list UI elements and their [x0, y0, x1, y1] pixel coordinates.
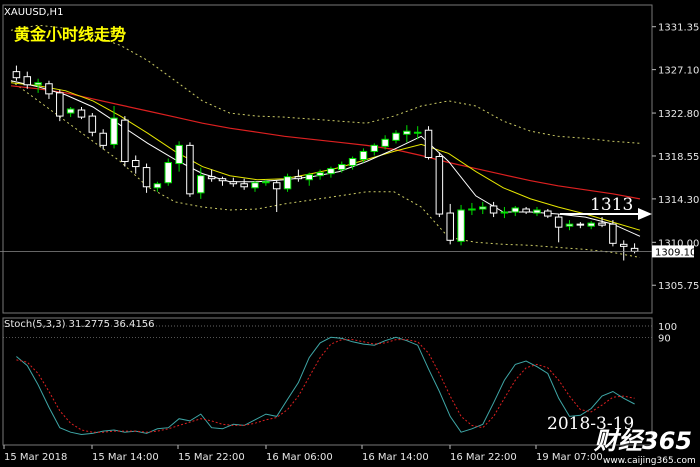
candle-body	[197, 175, 205, 194]
candle-body	[413, 131, 422, 134]
candle	[457, 204, 465, 246]
candle-body	[110, 117, 118, 145]
candle-body	[251, 182, 259, 189]
candle-body	[576, 223, 585, 226]
candle-body	[283, 176, 292, 190]
time-tick-label: 19 Mar 07:00	[536, 452, 603, 463]
candle-body	[186, 144, 194, 195]
candle-body	[305, 174, 313, 181]
candle-body	[500, 211, 509, 214]
price-tick-label: 1331.35	[658, 23, 699, 34]
candle	[424, 126, 433, 160]
candle-body	[489, 205, 498, 214]
candle-body	[522, 208, 530, 213]
candle-body	[153, 183, 162, 189]
candle-body	[435, 155, 444, 215]
symbol-label: XAUUSD,H1	[4, 7, 63, 18]
candle	[56, 89, 64, 122]
candle-body	[457, 209, 465, 242]
candle-body	[468, 208, 476, 211]
candle-body	[565, 223, 574, 227]
candle-body	[327, 168, 335, 175]
candle-body	[630, 247, 639, 252]
price-tick-label: 1305.75	[658, 281, 699, 292]
candle-body	[348, 157, 357, 167]
candle-body	[77, 109, 86, 118]
brand-url: www.caijing365.com	[603, 456, 696, 466]
candle-body	[294, 176, 303, 180]
candle	[164, 158, 173, 186]
candle-body	[478, 206, 487, 210]
candle-body	[207, 176, 216, 180]
candle-body	[381, 138, 389, 147]
stoch-tick-label: 100	[658, 322, 677, 333]
candle	[435, 152, 444, 218]
candle-body	[45, 83, 53, 95]
target-label: 1313	[590, 195, 633, 215]
candle-body	[229, 181, 238, 185]
candle-body	[609, 223, 617, 244]
candle	[121, 116, 129, 167]
candle-body	[23, 76, 32, 86]
candle-body	[587, 222, 595, 227]
time-tick-label: 16 Mar 22:00	[450, 452, 517, 463]
candle-body	[392, 132, 400, 141]
candle-body	[554, 216, 563, 228]
price-tick-label: 1318.55	[658, 152, 699, 163]
candle	[283, 173, 292, 192]
candle-body	[56, 92, 64, 117]
time-tick-label: 15 Mar 22:00	[178, 452, 245, 463]
candle-body	[619, 243, 628, 247]
candle	[609, 220, 617, 247]
time-tick-label: 16 Mar 14:00	[362, 452, 429, 463]
candle-body	[99, 132, 107, 146]
candle-body	[272, 182, 281, 190]
candle-body	[218, 178, 227, 182]
candle-body	[175, 144, 183, 165]
candle-body	[424, 129, 433, 158]
candle-body	[446, 212, 454, 241]
stoch-tick-label: 90	[658, 333, 671, 344]
candle-body	[359, 150, 368, 161]
candle	[186, 142, 194, 197]
chart-title: 黄金小时线走势	[14, 25, 126, 44]
time-tick-label: 16 Mar 06:00	[266, 452, 333, 463]
price-tick-label: 1322.80	[658, 109, 699, 120]
candle-body	[12, 71, 21, 79]
time-tick-label: 15 Mar 2018	[4, 452, 67, 463]
candle-body	[66, 108, 75, 114]
candle-body	[403, 130, 411, 135]
candle-body	[34, 82, 42, 86]
candle-body	[533, 209, 541, 214]
candle-body	[338, 164, 346, 171]
candle-body	[598, 222, 606, 226]
time-tick-label: 15 Mar 14:00	[92, 452, 159, 463]
current-price-label: 1309.10	[655, 247, 696, 258]
background	[0, 0, 700, 467]
candle-body	[142, 167, 151, 188]
price-tick-label: 1314.30	[658, 195, 699, 206]
candle-body	[370, 144, 379, 152]
candle-body	[544, 210, 552, 217]
price-tick-label: 1327.10	[658, 66, 699, 77]
candle-body	[316, 172, 324, 177]
brand-logo: 财经365	[593, 427, 692, 455]
chart-svg: 1331.351327.101322.801318.551314.301310.…	[0, 0, 700, 467]
candle-body	[164, 162, 173, 184]
candle-body	[88, 115, 97, 133]
candle-body	[511, 207, 520, 213]
candle-body	[121, 119, 129, 163]
candle-body	[262, 181, 270, 184]
stoch-label: Stoch(5,3,3) 31.2775 36.4156	[4, 319, 155, 330]
candle-body	[240, 183, 248, 188]
candle-body	[131, 160, 140, 168]
